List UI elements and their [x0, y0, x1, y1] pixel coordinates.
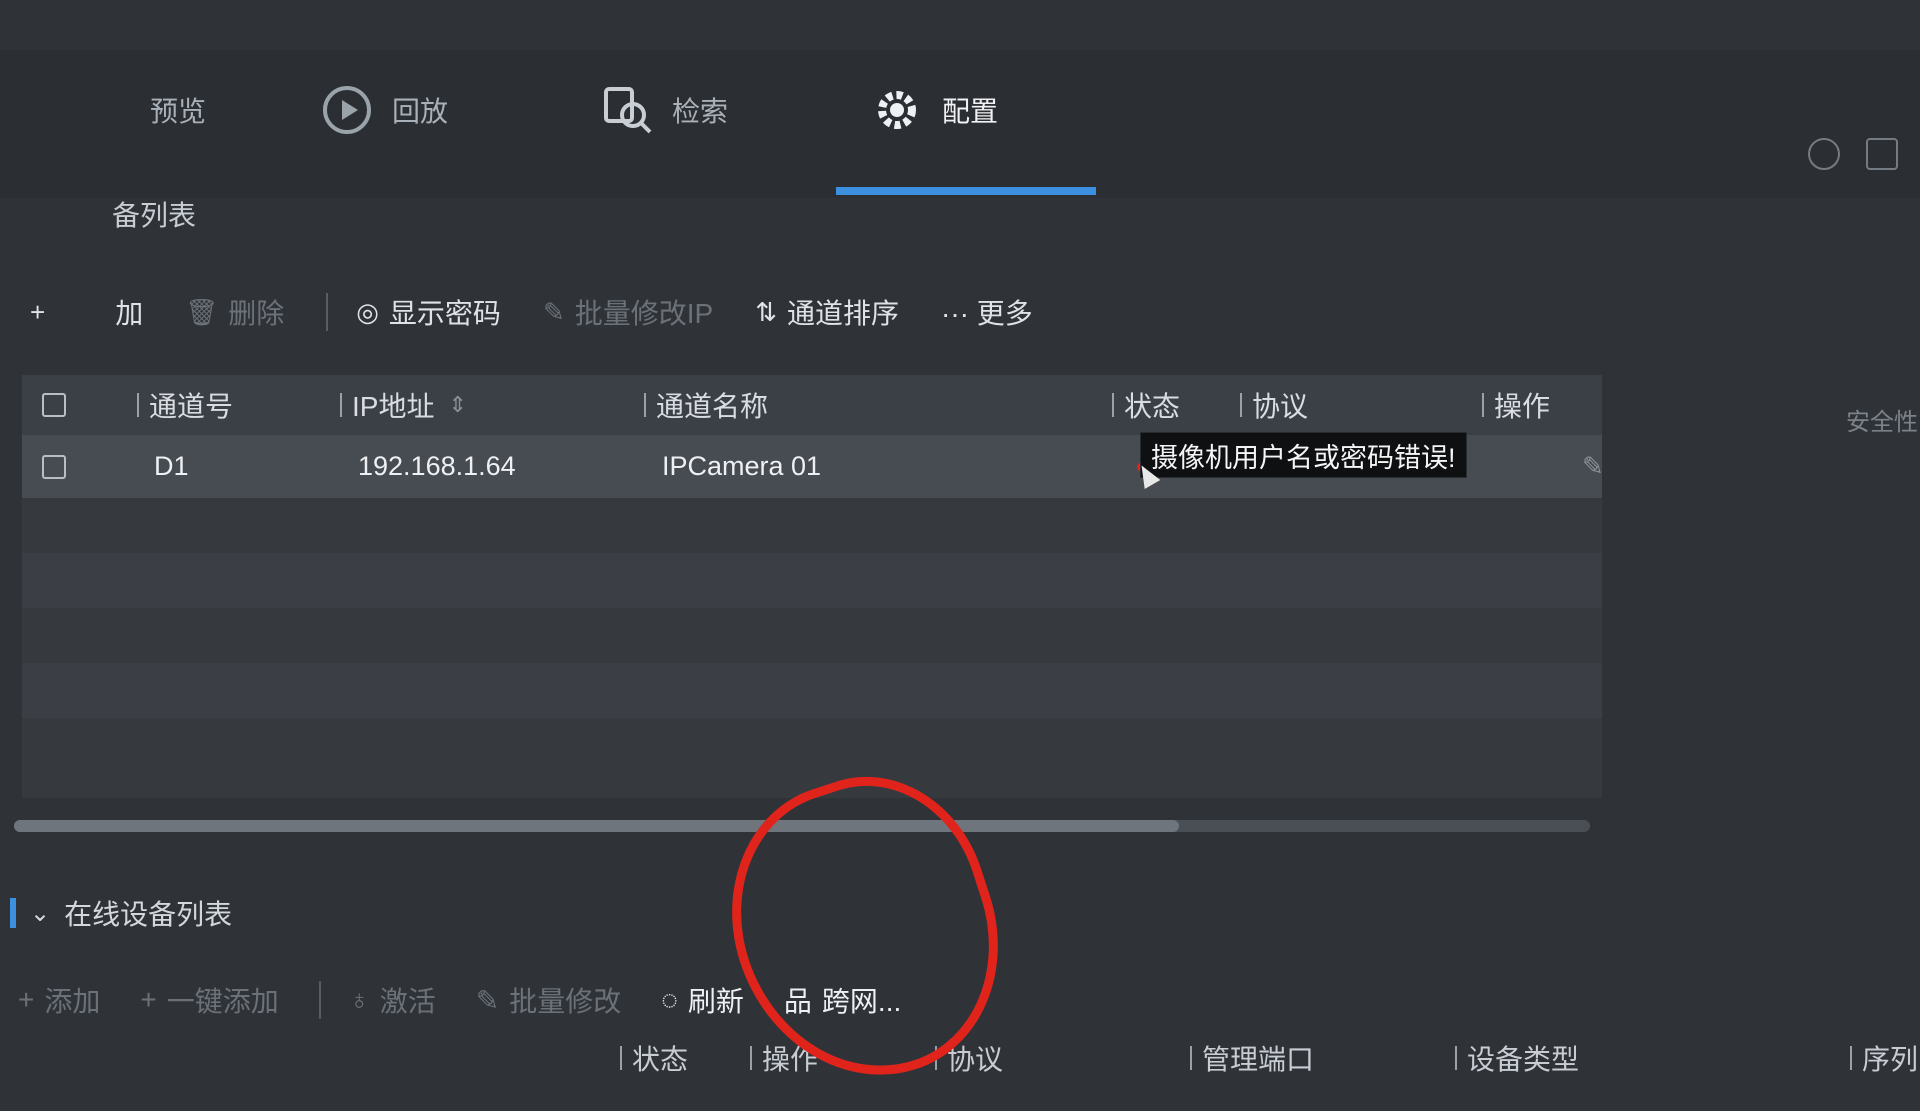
sort-icon: ⇅	[755, 296, 777, 327]
device-list-title: 备列表	[112, 200, 197, 231]
header-status[interactable]: 状态	[1112, 375, 1180, 435]
more-button[interactable]: ··· 更多	[941, 292, 1033, 332]
cell-channel-no: D1	[154, 451, 189, 481]
cell-ip: 192.168.1.64	[358, 451, 516, 481]
sort-arrows-icon[interactable]: ⇕	[448, 392, 466, 418]
refresh-label: 刷新	[687, 986, 744, 1017]
online-header-manage-port[interactable]: 管理端口	[1190, 1035, 1314, 1080]
activate-button[interactable]: ♁ 激活	[349, 980, 436, 1020]
playback-icon	[320, 83, 374, 137]
header-channel-no[interactable]: 通道号	[137, 375, 233, 435]
select-all-checkbox[interactable]	[42, 393, 66, 417]
plus-icon: +	[18, 984, 35, 1015]
nav-preview-label: 预览	[150, 96, 207, 127]
header-name[interactable]: 通道名称	[644, 375, 768, 435]
cell-name: IPCamera 01	[662, 451, 822, 481]
one-click-add-button[interactable]: + 一键添加	[140, 980, 278, 1020]
online-batch-modify-button[interactable]: ✎ 批量修改	[476, 980, 621, 1020]
header-action[interactable]: 操作	[1482, 375, 1550, 435]
pencil-icon: ✎	[475, 984, 500, 1016]
channel-sort-button[interactable]: ⇅ 通道排序	[755, 292, 899, 332]
channel-sort-label: 通道排序	[787, 298, 900, 329]
activate-label: 激活	[379, 986, 436, 1017]
online-add-label: 添加	[44, 986, 101, 1017]
add-label: 加	[115, 298, 144, 329]
qr-icon[interactable]	[1866, 138, 1898, 170]
show-password-button[interactable]: ◎ 显示密码	[356, 292, 501, 332]
nav-preview[interactable]: 预览	[150, 70, 206, 150]
online-device-list-header[interactable]: ⌄ 在线设备列表	[10, 893, 232, 933]
pencil-icon: ✎	[542, 296, 565, 327]
more-label: ··· 更多	[941, 298, 1033, 329]
header-protocol[interactable]: 协议	[1240, 375, 1308, 435]
nav-search-label: 检索	[672, 96, 729, 127]
online-add-button[interactable]: + 添加	[18, 980, 100, 1020]
plus-icon: +	[30, 296, 46, 327]
eye-off-icon: ◎	[356, 296, 379, 327]
online-header-device-type[interactable]: 设备类型	[1455, 1035, 1579, 1080]
online-device-list-title: 在线设备列表	[64, 899, 233, 930]
add-button[interactable]: + 加	[30, 292, 143, 332]
empty-stripe	[22, 663, 1602, 718]
delete-button[interactable]: 🗑 删除	[185, 292, 284, 332]
table-header: 通道号 IP地址 ⇕ 通道名称 状态 协议 操作	[22, 375, 1602, 435]
online-batch-modify-label: 批量修改	[509, 986, 622, 1017]
info-icon[interactable]	[1808, 138, 1840, 170]
side-security-label: 安全性	[1846, 409, 1918, 436]
nav-playback-label: 回放	[392, 96, 449, 127]
refresh-icon: ◌	[661, 984, 678, 1015]
edit-icon[interactable]: ✎	[1582, 435, 1604, 498]
trash-icon: 🗑	[185, 296, 219, 327]
refresh-button[interactable]: ◌ 刷新	[661, 980, 744, 1020]
show-password-label: 显示密码	[388, 298, 501, 329]
gear-icon	[870, 83, 924, 137]
section-accent	[10, 898, 16, 928]
one-click-add-label: 一键添加	[166, 986, 279, 1017]
toolbar-divider	[318, 981, 321, 1019]
chevron-down-icon: ⌄	[30, 899, 51, 927]
table-empty-area	[22, 498, 1602, 798]
top-right-icons	[1808, 138, 1898, 170]
active-tab-indicator	[836, 187, 1096, 195]
online-header-status[interactable]: 状态	[620, 1035, 688, 1080]
nav-search[interactable]: 检索	[600, 70, 728, 150]
batch-modify-ip-label: 批量修改IP	[574, 298, 714, 329]
empty-stripe	[22, 553, 1602, 608]
nav-config-label: 配置	[942, 96, 999, 127]
batch-modify-ip-button[interactable]: ✎ 批量修改IP	[543, 292, 713, 332]
search-icon	[600, 83, 654, 137]
online-header-serial[interactable]: 序列	[1850, 1035, 1918, 1080]
error-tooltip: 摄像机用户名或密码错误!	[1140, 432, 1467, 478]
bulb-icon: ♁	[348, 984, 370, 1015]
nav-playback[interactable]: 回放	[320, 70, 448, 150]
delete-label: 删除	[228, 298, 285, 329]
plus-icon: +	[140, 984, 157, 1015]
channel-toolbar: + 加 🗑 删除 ◎ 显示密码 ✎ 批量修改IP ⇅ 通道排序 ··· 更多	[30, 282, 1075, 342]
row-checkbox[interactable]	[42, 454, 66, 479]
nav-config[interactable]: 配置	[870, 70, 998, 150]
scrollbar-thumb[interactable]	[14, 820, 1179, 832]
toolbar-divider	[326, 293, 329, 331]
header-ip[interactable]: IP地址 ⇕	[340, 375, 467, 435]
